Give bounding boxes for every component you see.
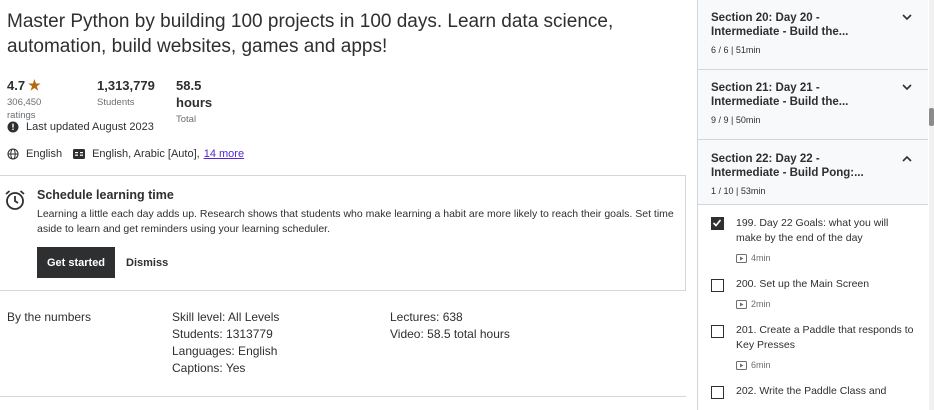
chevron-down-icon[interactable]	[902, 14, 912, 21]
duration-text: 6min	[751, 360, 771, 370]
hours-label: Total	[176, 114, 197, 125]
chevron-up-icon[interactable]	[902, 155, 912, 162]
video-play-icon	[736, 360, 747, 370]
lecture-item[interactable]: 199. Day 22 Goals: what you will make by…	[698, 205, 928, 267]
lecture-title: 201. Create a Paddle that responds to Ke…	[736, 324, 914, 351]
ratings-count: 306,450 ratings	[7, 97, 42, 121]
lecture-duration: 2min	[736, 299, 771, 309]
alarm-clock-icon	[5, 190, 25, 210]
lecture-checkbox[interactable]	[711, 279, 724, 292]
students-label: Students	[97, 97, 135, 108]
section-20[interactable]: Section 20: Day 20 - Intermediate - Buil…	[698, 0, 928, 70]
lecture-duration: 4min	[736, 253, 771, 263]
section-meta: 6 / 6 | 51min	[711, 45, 761, 55]
captions: Captions: Yes	[172, 361, 246, 375]
sidebar-scrollbar[interactable]	[929, 0, 934, 410]
language-row: English English, Arabic [Auto], 14 more	[7, 148, 244, 160]
star-icon: ★	[28, 77, 41, 93]
rating-value: 4.7	[7, 78, 26, 93]
students-count: 1,313,779	[97, 78, 155, 93]
lecture-checkbox[interactable]	[711, 325, 724, 338]
course-headline: Master Python by building 100 projects i…	[7, 11, 614, 57]
section-title: Section 21: Day 21 - Intermediate - Buil…	[711, 82, 849, 108]
video-play-icon	[736, 299, 747, 309]
numbers-column-1: Skill level: All Levels Students: 131377…	[172, 309, 279, 377]
chevron-down-icon[interactable]	[902, 84, 912, 91]
lecture-title: 199. Day 22 Goals: what you will make by…	[736, 217, 889, 244]
skill-level: Skill level: All Levels	[172, 310, 280, 324]
section-meta: 9 / 9 | 50min	[711, 115, 761, 125]
globe-icon	[7, 148, 19, 160]
lecture-item[interactable]: 201. Create a Paddle that responds to Ke…	[698, 313, 928, 375]
lecture-item[interactable]: 202. Write the Paddle Class and	[698, 375, 928, 410]
students-total: Students: 1313779	[172, 327, 273, 341]
alert-badge-icon	[7, 121, 19, 133]
divider	[0, 396, 686, 397]
closed-captions-icon	[73, 149, 86, 159]
rating-stat[interactable]: 4.7 ★ 306,450 ratings	[7, 77, 41, 122]
lecture-checkbox[interactable]	[711, 386, 724, 399]
last-updated-text: Last updated August 2023	[26, 121, 154, 133]
hours-value: 58.5 hours	[176, 78, 213, 110]
hours-stat: 58.5 hours Total	[176, 77, 212, 126]
section-meta: 1 / 10 | 53min	[711, 186, 766, 196]
section-22[interactable]: Section 22: Day 22 - Intermediate - Buil…	[698, 140, 928, 205]
lecture-item[interactable]: 200. Set up the Main Screen 2min	[698, 267, 928, 313]
lecture-title: 202. Write the Paddle Class and	[736, 385, 887, 397]
video-length: Video: 58.5 total hours	[390, 327, 510, 341]
course-main: Master Python by building 100 projects i…	[0, 0, 697, 410]
languages: Languages: English	[172, 344, 278, 358]
section-title: Section 20: Day 20 - Intermediate - Buil…	[711, 12, 849, 38]
course-content-sidebar: Section 20: Day 20 - Intermediate - Buil…	[697, 0, 934, 410]
language-text: English	[26, 148, 63, 160]
numbers-heading: By the numbers	[7, 310, 92, 324]
section-21[interactable]: Section 21: Day 21 - Intermediate - Buil…	[698, 70, 928, 140]
scrollbar-thumb[interactable]	[929, 108, 934, 126]
lectures-count: Lectures: 638	[390, 310, 463, 324]
checkmark-icon	[712, 219, 722, 227]
duration-text: 4min	[751, 253, 771, 263]
students-stat: 1,313,779 Students	[97, 77, 155, 109]
lecture-checkbox[interactable]	[711, 217, 724, 230]
captions-text: English, Arabic [Auto],	[92, 148, 200, 160]
schedule-card: Schedule learning time Learning a little…	[0, 175, 686, 291]
lecture-duration: 6min	[736, 360, 771, 370]
lecture-title: 200. Set up the Main Screen	[736, 278, 870, 290]
duration-text: 2min	[751, 299, 771, 309]
schedule-title: Schedule learning time	[37, 188, 174, 202]
dismiss-button[interactable]: Dismiss	[126, 247, 168, 278]
more-languages-link[interactable]: 14 more	[204, 148, 244, 160]
numbers-column-2: Lectures: 638 Video: 58.5 total hours	[390, 309, 510, 343]
video-play-icon	[736, 253, 747, 263]
section-title: Section 22: Day 22 - Intermediate - Buil…	[711, 153, 864, 179]
last-updated-row: Last updated August 2023	[7, 121, 154, 133]
get-started-button[interactable]: Get started	[37, 247, 115, 278]
schedule-description: Learning a little each day adds up. Rese…	[37, 208, 674, 235]
